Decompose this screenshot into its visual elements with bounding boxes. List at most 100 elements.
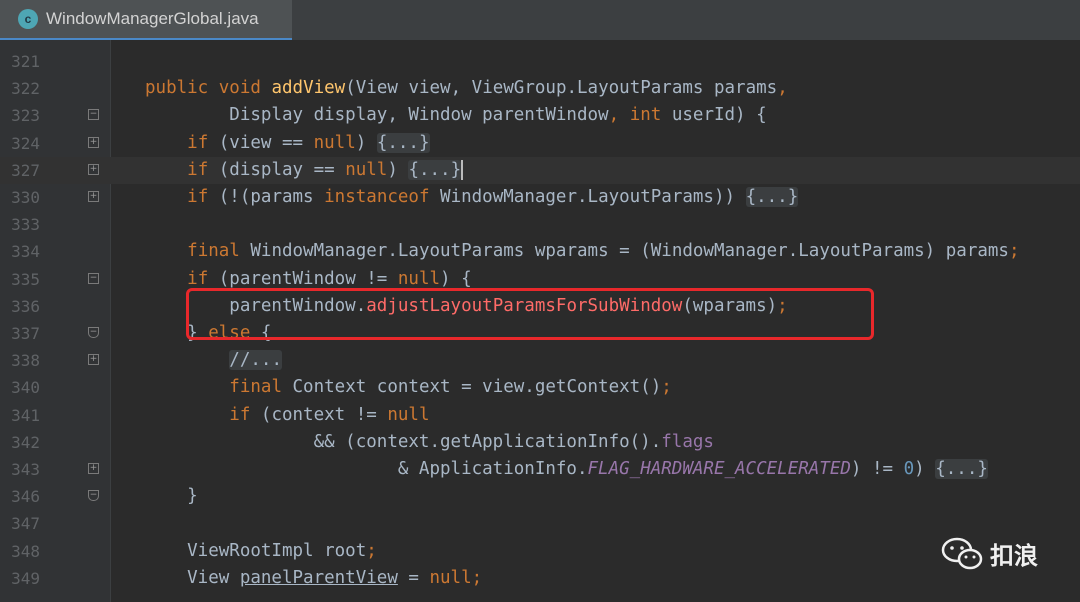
- code-token: (context !=: [250, 404, 388, 425]
- code-token: FLAG_HARDWARE_ACCELERATED: [587, 459, 851, 479]
- code-text: Display display, Window parentWindow, in…: [145, 102, 766, 129]
- code-token: (display ==: [208, 159, 346, 180]
- text-caret: [461, 159, 464, 180]
- code-token: public: [145, 78, 209, 99]
- code-text: public void addView(View view, ViewGroup…: [145, 75, 788, 102]
- fold-collapse-icon[interactable]: [88, 490, 99, 502]
- code-token: (!(params: [208, 187, 325, 207]
- code-token: if: [187, 159, 209, 180]
- line-number: 323: [11, 106, 40, 126]
- tab-windowmanagerglobal[interactable]: c WindowManagerGlobal.java: [0, 0, 292, 41]
- line-number: 336: [11, 296, 40, 316]
- fold-collapse-icon[interactable]: [88, 327, 99, 338]
- code-text: ViewRootImpl root;: [145, 538, 377, 565]
- line-number: 322: [11, 79, 40, 99]
- code-token: null: [313, 132, 356, 153]
- code-token: instanceof: [324, 187, 430, 207]
- line-number: 335: [11, 269, 40, 289]
- line-number: 333: [11, 215, 40, 235]
- code-token: Display display, Window parentWindow: [145, 105, 609, 126]
- code-token: =: [397, 567, 430, 588]
- code-token: if: [187, 132, 209, 153]
- code-token: ;: [661, 377, 672, 398]
- code-token: ViewRootImpl root: [145, 540, 367, 561]
- code-text: if (display == null) {...}: [145, 157, 464, 184]
- fold-expand-icon[interactable]: [88, 163, 99, 175]
- code-line[interactable]: 346 }: [0, 483, 1080, 510]
- code-line[interactable]: 323 Display display, Window parentWindow…: [0, 102, 1080, 129]
- code-token: (View view, ViewGroup.LayoutParams param…: [345, 78, 778, 99]
- code-editor[interactable]: 321 322 public void addView(View view, Vie…: [0, 40, 1080, 602]
- line-number: 348: [11, 541, 40, 561]
- code-token: if: [187, 268, 209, 289]
- fold-expand-icon[interactable]: [88, 136, 99, 148]
- watermark-text: 扣浪: [990, 541, 1038, 570]
- fold-expand-icon[interactable]: [88, 463, 99, 474]
- code-line[interactable]: 322 public void addView(View view, ViewGr…: [0, 75, 1080, 102]
- code-line[interactable]: 321: [0, 48, 1080, 75]
- code-token: Context context = view.getContext(): [281, 377, 662, 398]
- code-token: void: [218, 78, 261, 99]
- code-line[interactable]: 348 ViewRootImpl root;: [0, 538, 1080, 565]
- code-text: if (view == null) {...}: [145, 130, 430, 157]
- code-line[interactable]: 342 && (context.getApplicationInfo().fla…: [0, 429, 1080, 456]
- code-line[interactable]: 333: [0, 211, 1080, 238]
- code-line[interactable]: 324 if (view == null) {...}: [0, 130, 1080, 157]
- tab-label: WindowManagerGlobal.java: [46, 9, 259, 28]
- code-token: ): [387, 159, 409, 180]
- code-token: int: [629, 105, 662, 126]
- code-token: if: [187, 187, 209, 207]
- code-text: & ApplicationInfo.FLAG_HARDWARE_ACCELERA…: [145, 456, 988, 483]
- code-token: {...}: [408, 159, 462, 180]
- code-token: //...: [229, 350, 282, 371]
- line-number: 327: [11, 160, 40, 180]
- code-line[interactable]: 327 if (display == null) {...}: [0, 156, 1080, 184]
- line-number: 343: [11, 460, 40, 479]
- code-token: null: [397, 268, 441, 289]
- code-token: {...}: [376, 132, 430, 153]
- java-class-icon: c: [18, 9, 38, 29]
- code-line[interactable]: 343 & ApplicationInfo.FLAG_HARDWARE_ACCE…: [0, 456, 1080, 483]
- code-token: {...}: [935, 459, 988, 479]
- code-line[interactable]: 340 final Context context = view.getCont…: [0, 374, 1080, 401]
- line-number: 338: [11, 351, 40, 371]
- code-token: ): [355, 132, 377, 153]
- fold-collapse-icon[interactable]: [88, 109, 99, 121]
- wechat-icon: [941, 537, 983, 570]
- code-text: final Context context = view.getContext(…: [145, 374, 672, 401]
- code-token: final: [229, 377, 282, 398]
- code-token: panelParentView: [239, 567, 398, 588]
- line-number: 340: [11, 378, 40, 398]
- line-number: 341: [11, 405, 40, 425]
- code-token: ;: [1008, 241, 1020, 262]
- code-line[interactable]: 330 if (!(params instanceof WindowManage…: [0, 184, 1080, 211]
- code-line[interactable]: 349 View panelParentView = null;: [0, 565, 1080, 592]
- code-token: null: [345, 159, 388, 180]
- code-line[interactable]: 334 final WindowManager.LayoutParams wpa…: [0, 238, 1080, 265]
- fold-collapse-icon[interactable]: [88, 272, 99, 284]
- fold-expand-icon[interactable]: [88, 191, 99, 202]
- line-number: 321: [11, 52, 40, 71]
- code-text: && (context.getApplicationInfo().flags: [145, 429, 714, 456]
- code-token: 0: [903, 459, 915, 479]
- editor-tab-bar: c WindowManagerGlobal.java: [0, 0, 1080, 41]
- code-token: {...}: [745, 187, 799, 207]
- line-number: 349: [11, 568, 40, 588]
- line-number: 330: [11, 188, 40, 207]
- code-line[interactable]: 347: [0, 510, 1080, 537]
- code-line[interactable]: 341 if (context != null: [0, 402, 1080, 429]
- fold-expand-icon[interactable]: [88, 354, 99, 366]
- code-token: ;: [471, 567, 483, 588]
- code-text: View panelParentView = null;: [145, 565, 482, 592]
- line-number: 334: [11, 242, 40, 262]
- code-text: }: [145, 483, 198, 510]
- code-line[interactable]: 338 //...: [0, 347, 1080, 374]
- code-text: //...: [145, 347, 282, 374]
